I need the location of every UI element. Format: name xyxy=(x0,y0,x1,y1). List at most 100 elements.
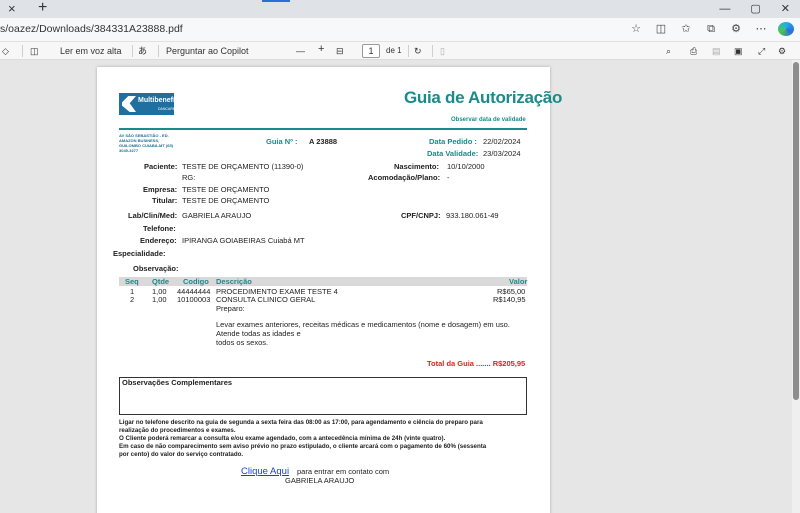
notice-line: Ligar no telefone descrito na guia de se… xyxy=(119,419,483,426)
titular-value: TESTE DE ORÇAMENTO xyxy=(182,196,270,205)
lab-label: Lab/Clin/Med: xyxy=(128,211,178,220)
page-number-input[interactable]: 1 xyxy=(362,44,380,58)
preparo-line: todos os sexos. xyxy=(216,338,269,347)
preparo-line: Levar exames anteriores, receitas médica… xyxy=(216,320,510,329)
restore-icon[interactable]: ▢ xyxy=(750,1,760,17)
scrollbar-thumb[interactable] xyxy=(793,62,799,400)
total-guia: Total da Guia ....... R$205,95 xyxy=(427,359,526,368)
pdf-toolbar: ◇ ◫ Ler em voz alta あ Perguntar ao Copil… xyxy=(0,42,800,60)
acomodacao-value: - xyxy=(447,173,450,182)
observacoes-box: Observações Complementares xyxy=(119,377,527,415)
save-icon[interactable]: ▤ xyxy=(712,45,721,57)
browser-toolbar: ☆ ◫ ✩ ⧉ ⚙ ⋯ xyxy=(628,21,794,37)
close-tab-icon[interactable]: × xyxy=(8,1,16,17)
document-title: Guia de Autorização xyxy=(404,88,563,107)
zoom-out-button[interactable]: — xyxy=(296,45,305,57)
cpf-label: CPF/CNPJ: xyxy=(401,211,441,220)
company-address: AV SÃO SEBASTIÃO - ED. AMAZON BUSINESS, … xyxy=(119,133,173,153)
toolbar-separator xyxy=(432,45,433,57)
endereco-value: IPIRANGA GOIABEIRAS Cuiabá MT xyxy=(182,236,305,245)
collections-icon[interactable]: ⧉ xyxy=(703,21,719,37)
toolbar-separator xyxy=(158,45,159,57)
star-icon[interactable]: ☆ xyxy=(628,21,644,37)
title-bar: × + — ▢ ✕ xyxy=(0,0,800,18)
data-pedido-value: 22/02/2024 xyxy=(483,137,521,146)
telefone-label: Telefone: xyxy=(143,224,176,233)
col-valor: Valor xyxy=(509,277,528,286)
active-tab-indicator xyxy=(262,0,290,2)
data-validade-value: 23/03/2024 xyxy=(483,149,521,158)
contact-link[interactable]: Clique Aqui xyxy=(241,466,289,477)
header-rule xyxy=(119,128,527,130)
rotate-icon[interactable]: ↻ xyxy=(414,45,422,57)
close-window-icon[interactable]: ✕ xyxy=(781,1,790,17)
row-descricao: CONSULTA CLINICO GERAL xyxy=(216,295,316,304)
fit-page-icon[interactable]: ⊟ xyxy=(336,45,344,57)
paciente-value: TESTE DE ORÇAMENTO (11390-0) xyxy=(182,162,304,171)
row-seq: 2 xyxy=(130,295,135,304)
address-bar: s/oazez/Downloads/384331A23888.pdf ☆ ◫ ✩… xyxy=(0,18,800,42)
translate-icon[interactable]: あ xyxy=(138,45,147,57)
data-validade-label: Data Validade: xyxy=(427,149,479,158)
acomodacao-label: Acomodação/Plano: xyxy=(368,173,441,182)
especialidade-label: Especialidade: xyxy=(113,249,166,258)
save-as-icon[interactable]: ▣ xyxy=(734,45,743,57)
toolbar-separator xyxy=(132,45,133,57)
notice-line: O Cliente poderá remarcar a consulta e/o… xyxy=(119,435,446,442)
empresa-label: Empresa: xyxy=(143,185,178,194)
logo-brand: Multibenefícios xyxy=(138,97,189,104)
logo-sub: DANCARE xyxy=(158,107,176,111)
sidebar-icon[interactable]: ◫ xyxy=(30,45,39,57)
titular-label: Titular: xyxy=(152,196,178,205)
page-view-icon[interactable]: ▯ xyxy=(440,45,445,57)
ask-copilot-button[interactable]: Perguntar ao Copilot xyxy=(166,45,249,57)
company-logo: Multibenefícios DANCARE xyxy=(119,93,189,115)
favorites-icon[interactable]: ✩ xyxy=(678,21,694,37)
observacoes-title: Observações Complementares xyxy=(122,378,233,387)
pdf-page: Multibenefícios DANCARE Guia de Autoriza… xyxy=(97,67,562,513)
preparo-label: Preparo: xyxy=(216,304,245,313)
toolbar-separator xyxy=(408,45,409,57)
read-aloud-button[interactable]: Ler em voz alta xyxy=(60,45,122,57)
guia-label: Guia Nº : xyxy=(266,137,298,146)
validity-note: Observar data de validade xyxy=(451,117,526,123)
guia-value: A 23888 xyxy=(309,137,338,146)
copilot-icon[interactable] xyxy=(778,22,794,36)
window-controls: — ▢ ✕ xyxy=(719,1,790,17)
contact-text: para entrar em contato com xyxy=(297,467,390,476)
more-icon[interactable]: ⋯ xyxy=(753,21,769,37)
new-tab-icon[interactable]: + xyxy=(38,0,47,16)
logo-mark-icon xyxy=(122,96,136,112)
page-total: de 1 xyxy=(386,46,402,55)
col-seq: Seq xyxy=(125,277,139,286)
settings-icon[interactable]: ⚙ xyxy=(778,45,786,57)
endereco-label: Endereço: xyxy=(140,236,177,245)
search-icon[interactable]: ⌕ xyxy=(666,45,671,57)
notice-line: realização do procedimentos e exames. xyxy=(119,427,236,434)
nascimento-value: 10/10/2000 xyxy=(447,162,485,171)
minimize-icon[interactable]: — xyxy=(719,1,730,17)
nascimento-label: Nascimento: xyxy=(394,162,440,171)
draw-icon[interactable]: ◇ xyxy=(2,45,9,57)
col-codigo: Codigo xyxy=(183,277,209,286)
split-screen-icon[interactable]: ◫ xyxy=(653,21,669,37)
extensions-icon[interactable]: ⚙ xyxy=(728,21,744,37)
empresa-value: TESTE DE ORÇAMENTO xyxy=(182,185,270,194)
rg-label: RG: xyxy=(182,173,196,182)
notice-line: Em caso de não comparecimento sem aviso … xyxy=(119,443,487,450)
row-codigo: 10100003 xyxy=(177,295,211,304)
zoom-in-button[interactable]: + xyxy=(318,43,324,55)
url-field[interactable]: s/oazez/Downloads/384331A23888.pdf xyxy=(0,23,183,35)
paciente-label: Paciente: xyxy=(144,162,178,171)
contact-name: GABRIELA ARAUJO xyxy=(285,476,355,485)
lab-value: GABRIELA ARAUJO xyxy=(182,211,252,220)
toolbar-separator xyxy=(22,45,23,57)
notice-line: por cento) do valor do serviço contratad… xyxy=(119,451,244,458)
col-qtde: Qtde xyxy=(152,277,170,286)
observacao-label: Observação: xyxy=(133,264,179,273)
row-qtde: 1,00 xyxy=(152,295,167,304)
table-header xyxy=(119,277,527,286)
cpf-value: 933.180.061-49 xyxy=(446,211,499,220)
fullscreen-icon[interactable]: ⤢ xyxy=(758,45,765,57)
print-icon[interactable]: ⎙ xyxy=(690,45,697,57)
